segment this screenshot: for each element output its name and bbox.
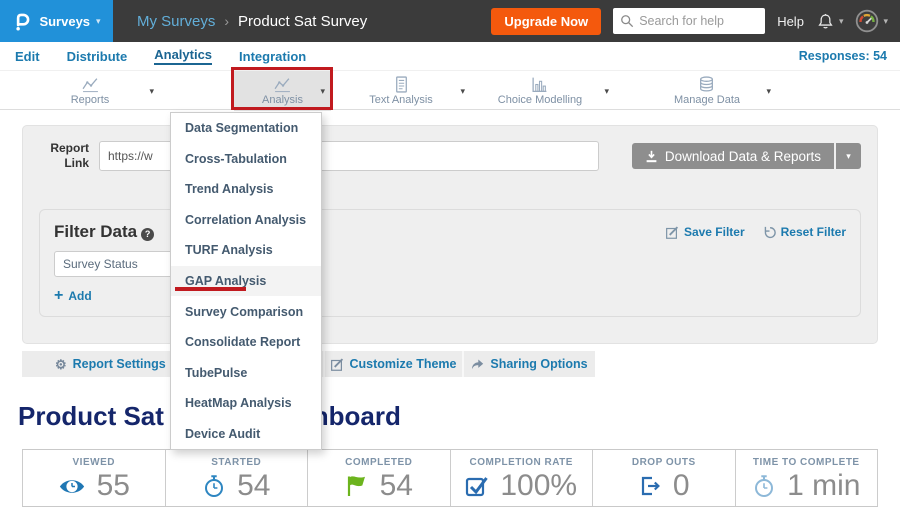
eye-icon	[58, 477, 86, 496]
plus-icon: +	[54, 288, 63, 304]
chevron-down-icon: ▾	[96, 17, 101, 26]
avatar	[855, 9, 879, 33]
breadcrumb-current-survey: Product Sat Survey	[238, 13, 367, 30]
chevron-down-icon: ▾	[839, 17, 844, 26]
responses-count[interactable]: Responses: 54	[799, 49, 887, 63]
survey-nav: Edit Distribute Analytics Integration Re…	[0, 42, 900, 70]
stat-started: STARTED 54	[166, 450, 309, 506]
stat-completion-rate: COMPLETION RATE 100%	[451, 450, 594, 506]
menu-item-data-segmentation[interactable]: Data Segmentation	[171, 113, 321, 144]
flag-icon	[345, 474, 369, 498]
timer-icon	[752, 474, 776, 498]
download-split-button: Download Data & Reports ▾	[632, 143, 861, 169]
bell-icon	[816, 12, 835, 31]
database-icon	[698, 76, 715, 93]
toolbar-item-analysis[interactable]: Analysis ▾	[234, 71, 331, 111]
reset-icon	[763, 226, 776, 239]
help-circle-icon[interactable]: ?	[141, 228, 154, 241]
menu-item-survey-comparison[interactable]: Survey Comparison	[171, 296, 321, 327]
questionpro-logo-icon	[12, 11, 33, 32]
topbar-actions: Upgrade Now Help ▾ ▾	[491, 8, 900, 35]
search-icon	[620, 14, 634, 28]
bar-chart-icon	[531, 76, 548, 93]
upgrade-now-button[interactable]: Upgrade Now	[491, 8, 601, 35]
chevron-down-icon: ▾	[149, 86, 154, 97]
toolbar-item-choice-modelling[interactable]: Choice Modelling ▾	[465, 71, 615, 111]
page-title: Product Sat Survey Dashboard	[18, 401, 900, 432]
tab-sharing-options[interactable]: Sharing Options	[464, 351, 595, 377]
menu-item-device-audit[interactable]: Device Audit	[171, 418, 321, 449]
checkbox-icon	[465, 474, 489, 498]
line-chart-icon	[274, 76, 291, 93]
breadcrumb-separator: ›	[224, 13, 229, 29]
menu-item-cross-tabulation[interactable]: Cross-Tabulation	[171, 144, 321, 175]
report-panel: Report Link Download Data & Reports ▾ Fi…	[22, 125, 878, 344]
menu-item-consolidate-report[interactable]: Consolidate Report	[171, 327, 321, 358]
notifications-button[interactable]: ▾	[816, 12, 844, 31]
share-icon	[471, 358, 484, 371]
line-chart-icon	[82, 76, 99, 93]
analytics-toolbar: Reports ▾ Analysis ▾ Text Analysis ▾ Cho…	[0, 70, 900, 110]
help-search-input[interactable]	[613, 8, 765, 34]
filter-data-title: Filter Data	[54, 222, 137, 242]
toolbar-item-reports[interactable]: Reports ▾	[20, 71, 160, 111]
stat-viewed: VIEWED 55	[22, 450, 166, 506]
breadcrumb: My Surveys › Product Sat Survey	[137, 13, 367, 30]
stat-completed: COMPLETED 54	[308, 450, 451, 506]
exit-icon	[638, 474, 662, 498]
chevron-down-icon: ▾	[604, 86, 609, 97]
download-data-reports-button[interactable]: Download Data & Reports	[632, 143, 834, 169]
menu-item-tubepulse[interactable]: TubePulse	[171, 357, 321, 388]
chevron-down-icon: ▾	[320, 86, 325, 97]
chevron-down-icon: ▾	[883, 17, 888, 26]
document-icon	[393, 76, 410, 93]
help-search	[613, 8, 765, 34]
tab-customize-theme[interactable]: Customize Theme	[325, 351, 464, 377]
stopwatch-icon	[202, 474, 226, 498]
stat-drop-outs: DROP OUTS 0	[593, 450, 736, 506]
chevron-down-icon: ▾	[766, 86, 771, 97]
breadcrumb-my-surveys[interactable]: My Surveys	[137, 13, 215, 30]
nav-edit[interactable]: Edit	[15, 49, 40, 64]
save-filter-link[interactable]: Save Filter	[666, 225, 745, 239]
menu-item-trend-analysis[interactable]: Trend Analysis	[171, 174, 321, 205]
toolbar-item-manage-data[interactable]: Manage Data ▾	[637, 71, 777, 111]
filter-data-panel: Filter Data ? Save Filter Reset Filter S…	[39, 209, 861, 317]
menu-item-gap-analysis[interactable]: GAP Analysis	[171, 266, 321, 297]
top-header: Surveys ▾ My Surveys › Product Sat Surve…	[0, 0, 900, 42]
download-options-button[interactable]: ▾	[836, 143, 861, 169]
stats-bar: VIEWED 55 STARTED 54 COMPLETED 54 COMPLE…	[22, 449, 878, 507]
brand-product-label: Surveys	[39, 14, 90, 29]
toolbar-item-text-analysis[interactable]: Text Analysis ▾	[331, 71, 471, 111]
reset-filter-link[interactable]: Reset Filter	[763, 225, 846, 239]
report-link-label: Report Link	[39, 141, 89, 171]
help-link[interactable]: Help	[777, 14, 804, 29]
nav-integration[interactable]: Integration	[239, 49, 306, 64]
edit-icon	[331, 358, 344, 371]
analysis-dropdown-menu: Data Segmentation Cross-Tabulation Trend…	[170, 112, 322, 450]
menu-item-correlation-analysis[interactable]: Correlation Analysis	[171, 205, 321, 236]
menu-item-heatmap-analysis[interactable]: HeatMap Analysis	[171, 388, 321, 419]
gears-icon: ⚙	[55, 358, 67, 371]
menu-item-turf-analysis[interactable]: TURF Analysis	[171, 235, 321, 266]
download-icon	[645, 150, 658, 163]
stat-time-to-complete: TIME TO COMPLETE 1 min	[736, 450, 879, 506]
brand-surveys-menu[interactable]: Surveys ▾	[0, 0, 113, 42]
main-content: Report Link Download Data & Reports ▾ Fi…	[0, 110, 900, 507]
nav-analytics[interactable]: Analytics	[154, 47, 212, 65]
nav-distribute[interactable]: Distribute	[67, 49, 128, 64]
account-menu[interactable]: ▾	[855, 9, 888, 33]
edit-icon	[666, 226, 679, 239]
